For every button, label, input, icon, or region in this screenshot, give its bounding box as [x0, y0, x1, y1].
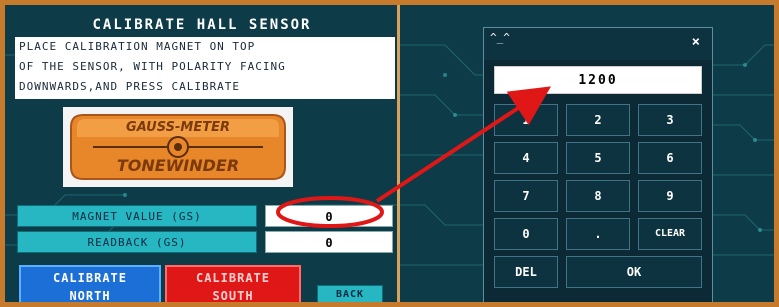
key-3[interactable]: 3 — [638, 104, 702, 136]
key-9[interactable]: 9 — [638, 180, 702, 212]
key-8[interactable]: 8 — [566, 180, 630, 212]
key-5[interactable]: 5 — [566, 142, 630, 174]
ok-button[interactable]: OK — [566, 256, 702, 288]
instruction-line: DOWNWARDS,AND PRESS CALIBRATE — [19, 80, 241, 93]
delete-button[interactable]: DEL — [494, 256, 558, 288]
back-button[interactable]: BACK — [317, 285, 383, 302]
key-7[interactable]: 7 — [494, 180, 558, 212]
key-1[interactable]: 1 — [494, 104, 558, 136]
key-decimal[interactable]: . — [566, 218, 630, 250]
numeric-keypad-dialog: ^_^ × 1200 1 2 3 4 5 6 7 8 9 0 . CLEAR D… — [483, 27, 713, 302]
calibrate-north-button[interactable]: CALIBRATE NORTH — [19, 265, 161, 302]
key-4[interactable]: 4 — [494, 142, 558, 174]
panel-divider — [397, 5, 400, 302]
calibrate-south-button[interactable]: CALIBRATE SOUTH — [165, 265, 301, 302]
key-0[interactable]: 0 — [494, 218, 558, 250]
calibrate-north-line1: CALIBRATE — [52, 271, 128, 285]
readback-field: 0 — [265, 231, 393, 253]
logo-text-top: GAUSS-METER — [126, 120, 230, 135]
keypad-title-bar: ^_^ × — [484, 28, 712, 60]
instructions-box: PLACE CALIBRATION MAGNET ON TOP OF THE S… — [15, 37, 395, 99]
instruction-line: PLACE CALIBRATION MAGNET ON TOP — [19, 40, 256, 53]
keypad-display[interactable]: 1200 — [494, 66, 702, 94]
page-title: CALIBRATE HALL SENSOR — [92, 17, 312, 33]
logo-text-bottom: TONEWINDER — [117, 156, 239, 175]
keypad-title: ^_^ — [490, 31, 510, 44]
instruction-line: OF THE SENSOR, WITH POLARITY FACING — [19, 60, 286, 73]
magnet-value-label: MAGNET VALUE (GS) — [17, 205, 257, 227]
app-frame: CALIBRATE HALL SENSOR PLACE CALIBRATION … — [5, 5, 774, 302]
gauss-meter-logo: GAUSS-METER TONEWINDER — [63, 107, 293, 187]
calibrate-south-line2: SOUTH — [212, 289, 254, 302]
key-6[interactable]: 6 — [638, 142, 702, 174]
calibrate-south-line1: CALIBRATE — [195, 271, 271, 285]
key-2[interactable]: 2 — [566, 104, 630, 136]
readback-label: READBACK (GS) — [17, 231, 257, 253]
close-icon[interactable]: × — [692, 34, 700, 50]
magnet-value-field[interactable]: 0 — [265, 205, 393, 227]
calibrate-north-line2: NORTH — [69, 289, 111, 302]
clear-button[interactable]: CLEAR — [638, 218, 702, 250]
